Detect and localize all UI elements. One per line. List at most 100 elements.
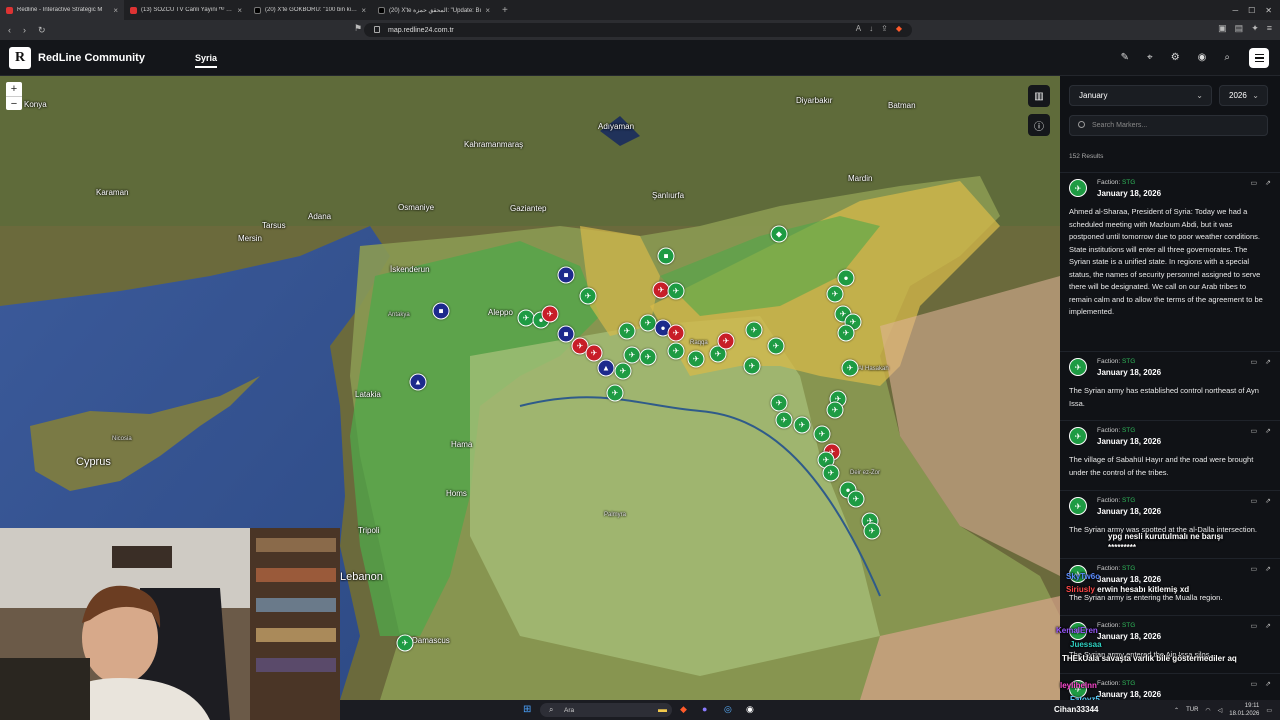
map-marker-red[interactable]: ✈ [667, 324, 685, 342]
nav-item-syria[interactable]: Syria [194, 53, 217, 68]
brave-shield-icon[interactable]: ◆ [896, 24, 902, 33]
settings-gear-icon[interactable]: ⚙ [1171, 52, 1180, 63]
map-marker-green[interactable]: ✈ [793, 416, 811, 434]
map-marker-green[interactable]: ✈ [837, 324, 855, 342]
marker-entry[interactable]: ✈ Faction: STG January 18, 2026 ▭ ⇗ Ahmed al-… [1060, 172, 1280, 351]
browser-tab[interactable]: (13) SÖZCÜ TV Canlı Yayını ᴴᴰ - Y × [124, 0, 248, 20]
map-layers-button[interactable]: ▥ [1028, 85, 1050, 107]
download-icon[interactable]: ↓ [869, 24, 873, 33]
language-indicator[interactable]: TUR [1186, 707, 1198, 713]
map-marker-blue[interactable]: ▲ [409, 373, 427, 391]
marker-search-input[interactable]: Search Markers... [1069, 115, 1268, 136]
reload-icon[interactable]: ↻ [38, 25, 46, 36]
brand-title[interactable]: RedLine Community [38, 52, 145, 64]
map-marker-blue[interactable]: ■ [557, 266, 575, 284]
map-marker-green[interactable]: ✈ [767, 337, 785, 355]
map-marker-green[interactable]: ✈ [822, 464, 840, 482]
bookmark-icon[interactable]: ⚑ [354, 23, 362, 34]
marker-entry[interactable]: ✈ Faction: STG January 18, 2026 ▭ ⇗ The villa… [1060, 420, 1280, 490]
video-icon[interactable]: ▭ [1251, 427, 1258, 435]
map-marker-green[interactable]: ✈ [579, 287, 597, 305]
video-icon[interactable]: ▭ [1251, 179, 1258, 187]
close-tab-icon[interactable]: × [361, 6, 366, 15]
sidebar-icon[interactable]: ▤ [1235, 23, 1244, 34]
browser-tab[interactable]: (20) X'te المحقق حمزة: "Update: Bı × [372, 0, 496, 20]
year-select[interactable]: 2026 ⌄ [1219, 85, 1268, 106]
map-marker-green[interactable]: ✈ [667, 282, 685, 300]
browser-tab[interactable]: (20) X'te GÖKBÖRÜ: "100 bin kişilı × [248, 0, 372, 20]
map-marker-green[interactable]: ✈ [639, 348, 657, 366]
map-marker-green[interactable]: ✈ [841, 359, 859, 377]
map-marker-green[interactable]: ✈ [775, 411, 793, 429]
wifi-icon[interactable]: ◠ [1205, 707, 1210, 714]
browser-tab[interactable]: Redline - Interactive Strategic M × [0, 0, 124, 20]
back-icon[interactable]: ‹ [8, 25, 11, 36]
map-marker-green[interactable]: ✈ [614, 362, 632, 380]
close-window-icon[interactable]: ✕ [1265, 6, 1272, 15]
file-explorer-icon[interactable]: ▬ [658, 704, 667, 714]
map-marker-red[interactable]: ✈ [585, 344, 603, 362]
leo-icon[interactable]: ✦ [1251, 23, 1259, 34]
pen-icon[interactable]: ✎ [1121, 52, 1129, 63]
share-icon[interactable]: ⇪ [881, 24, 888, 33]
map-marker-green[interactable]: ✈ [606, 384, 624, 402]
taskbar-search[interactable]: ⌕ Ara [540, 703, 672, 717]
map-marker-red[interactable]: ✈ [541, 305, 559, 323]
map-marker-green[interactable]: ✈ [396, 634, 414, 652]
hamburger-menu-button[interactable] [1249, 48, 1269, 68]
external-link-icon[interactable]: ⇗ [1265, 358, 1271, 366]
steam-icon[interactable]: ◎ [724, 704, 732, 715]
map-marker-green[interactable]: ✈ [826, 401, 844, 419]
translate-icon[interactable]: A [856, 24, 861, 33]
month-select[interactable]: January ⌄ [1069, 85, 1212, 106]
chat-username: THEkUala [1062, 654, 1100, 663]
close-tab-icon[interactable]: × [113, 6, 118, 15]
video-icon[interactable]: ▭ [1251, 358, 1258, 366]
zoom-out-button[interactable]: − [6, 96, 22, 110]
url-field[interactable]: map.redline24.com.tr A ↓ ⇪ ◆ [364, 23, 912, 37]
map-marker-green[interactable]: ✈ [623, 346, 641, 364]
map-marker-green[interactable]: ● [837, 269, 855, 287]
map-marker-green[interactable]: ◆ [770, 225, 788, 243]
clock[interactable]: 19:11 18.01.2026 [1229, 702, 1259, 718]
obs-icon[interactable]: ◉ [746, 704, 754, 715]
zoom-in-button[interactable]: + [6, 82, 22, 96]
camera-icon[interactable]: ◉ [1198, 52, 1207, 63]
map-marker-green[interactable]: ✈ [745, 321, 763, 339]
forward-icon[interactable]: › [23, 25, 26, 36]
new-tab-button[interactable]: + [496, 5, 514, 16]
redline-logo[interactable]: R [9, 46, 31, 69]
maximize-icon[interactable]: ☐ [1248, 6, 1255, 15]
map-marker-green[interactable]: ✈ [863, 522, 881, 540]
map-marker-green[interactable]: ✈ [770, 394, 788, 412]
brave-icon[interactable]: ◆ [680, 704, 687, 715]
external-link-icon[interactable]: ⇗ [1265, 179, 1271, 187]
close-tab-icon[interactable]: × [237, 6, 242, 15]
close-tab-icon[interactable]: × [485, 6, 490, 15]
map-marker-blue[interactable]: ■ [557, 325, 575, 343]
map-marker-green[interactable]: ✈ [813, 425, 831, 443]
volume-icon[interactable]: ◁ [1218, 707, 1223, 714]
map-marker-green[interactable]: ✈ [618, 322, 636, 340]
map-info-button[interactable]: ⓘ [1028, 114, 1050, 136]
map-marker-green[interactable]: ✈ [743, 357, 761, 375]
menu-icon[interactable]: ≡ [1267, 23, 1272, 34]
map-marker-green[interactable]: ■ [657, 247, 675, 265]
notification-icon[interactable]: ▭ [1266, 707, 1272, 714]
location-pin-icon[interactable]: ⌖ [1147, 52, 1153, 63]
map-marker-red[interactable]: ✈ [717, 332, 735, 350]
external-link-icon[interactable]: ⇗ [1265, 427, 1271, 435]
map-marker-blue[interactable]: ■ [432, 302, 450, 320]
windows-start-icon[interactable]: ⊞ [523, 704, 531, 715]
marker-entry[interactable]: ✈ Faction: STG January 18, 2026 ▭ ⇗ The Syria… [1060, 351, 1280, 420]
discord-icon[interactable]: ● [702, 704, 707, 714]
chevron-up-icon[interactable]: ⌃ [1174, 707, 1179, 714]
map-marker-green[interactable]: ✈ [826, 285, 844, 303]
wallet-icon[interactable]: ▣ [1218, 23, 1227, 34]
map-marker-blue[interactable]: ▲ [597, 359, 615, 377]
map-marker-green[interactable]: ✈ [667, 342, 685, 360]
minimize-icon[interactable]: ─ [1232, 6, 1238, 15]
map-marker-green[interactable]: ✈ [687, 350, 705, 368]
search-icon[interactable]: ⌕ [1224, 52, 1230, 63]
map-marker-green[interactable]: ✈ [847, 490, 865, 508]
